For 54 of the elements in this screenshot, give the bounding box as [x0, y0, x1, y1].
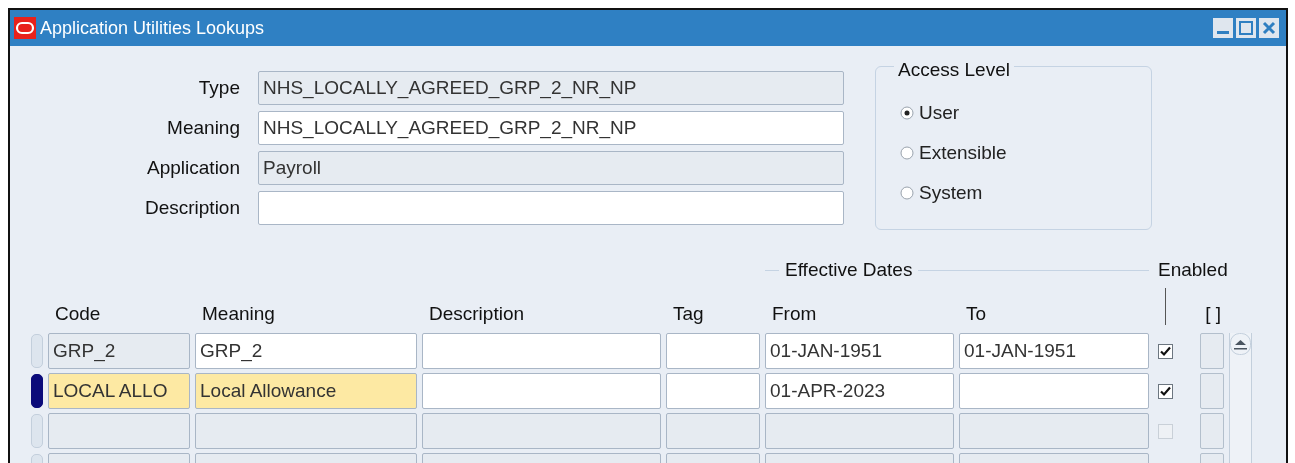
table-cell[interactable] — [959, 413, 1149, 449]
scrollbar[interactable] — [1229, 333, 1252, 463]
field-label: Description — [143, 197, 240, 219]
minimize-icon[interactable] — [1213, 18, 1233, 38]
table-cell[interactable] — [666, 333, 760, 369]
radio-option[interactable]: User — [900, 93, 960, 133]
column-header: Meaning — [201, 303, 275, 326]
table-cell[interactable] — [422, 373, 661, 409]
radio-icon[interactable] — [900, 186, 914, 200]
input-field[interactable]: NHS_LOCALLY_AGREED_GRP_2_NR_NP — [258, 71, 844, 105]
field-label: Type — [197, 77, 240, 99]
window-title: Application Utilities Lookups — [40, 17, 266, 39]
column-header: Enabled — [1157, 259, 1228, 281]
table-cell[interactable] — [765, 413, 954, 449]
input-field[interactable]: NHS_LOCALLY_AGREED_GRP_2_NR_NP — [258, 111, 844, 145]
column-header: To — [965, 303, 987, 326]
table-cell[interactable]: GRP_2 — [195, 333, 417, 369]
table-cell[interactable] — [422, 333, 661, 369]
table-cell[interactable]: GRP_2 — [48, 333, 190, 369]
scroll-up-icon[interactable] — [1230, 333, 1251, 355]
table-cell[interactable] — [666, 413, 760, 449]
table-cell[interactable] — [48, 413, 190, 449]
radio-icon[interactable] — [900, 106, 914, 120]
column-header: Code — [54, 303, 101, 326]
column-header: [ ] — [1204, 303, 1222, 326]
column-header: Tag — [672, 303, 704, 326]
table-cell[interactable]: 01-JAN-1951 — [959, 333, 1149, 369]
field-label: Meaning — [166, 117, 240, 139]
field-label: Application — [146, 157, 240, 179]
table-cell[interactable] — [422, 413, 661, 449]
input-field[interactable]: Payroll — [258, 151, 844, 185]
table-cell[interactable]: LOCAL ALLO — [48, 373, 190, 409]
input-field[interactable] — [258, 191, 844, 225]
table-cell[interactable]: Local Allowance — [195, 373, 417, 409]
table-cell[interactable]: 01-JAN-1951 — [765, 333, 954, 369]
maximize-icon[interactable] — [1236, 18, 1256, 38]
close-icon[interactable] — [1259, 18, 1279, 38]
row-marker[interactable] — [31, 374, 43, 408]
column-header: From — [771, 303, 817, 326]
table-cell[interactable] — [666, 373, 760, 409]
table-cell[interactable] — [195, 413, 417, 449]
column-header: Description — [428, 303, 525, 326]
flexfield-cell[interactable] — [1200, 413, 1224, 449]
checkbox[interactable] — [1157, 343, 1173, 359]
flexfield-cell[interactable] — [1200, 373, 1224, 409]
checkbox[interactable] — [1157, 383, 1173, 399]
radio-option[interactable]: Extensible — [900, 133, 1007, 173]
table-cell[interactable] — [959, 373, 1149, 409]
radio-option[interactable]: System — [900, 173, 983, 213]
app-logo-icon — [14, 17, 36, 39]
flexfield-cell[interactable] — [1200, 333, 1224, 369]
radio-icon[interactable] — [900, 146, 914, 160]
table-cell[interactable]: 01-APR-2023 — [765, 373, 954, 409]
group-title: Effective Dates — [785, 259, 913, 281]
